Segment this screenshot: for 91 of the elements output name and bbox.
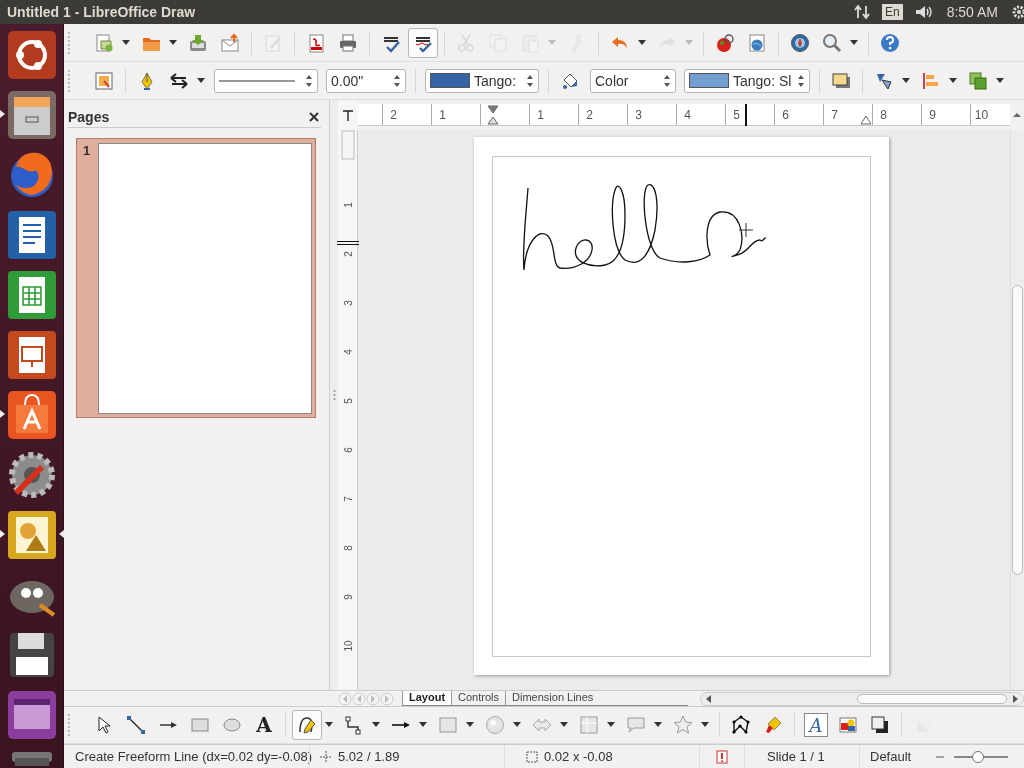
window-title: Untitled 1 - LibreOffice Draw <box>7 4 196 20</box>
dropdown-caret-icon[interactable] <box>466 722 474 728</box>
dropdown-caret-icon[interactable] <box>419 722 427 728</box>
curve-pen-icon[interactable] <box>292 710 322 740</box>
document-icon[interactable] <box>5 208 58 261</box>
ruler-number: 4 <box>341 347 354 357</box>
margin-marker-icon[interactable] <box>860 115 872 125</box>
page-thumbnail[interactable]: 1 <box>76 138 316 418</box>
document-modified-icon[interactable] <box>716 749 728 764</box>
ruler-number: 1 <box>341 200 354 210</box>
dropdown-caret-icon[interactable] <box>902 77 910 84</box>
dropdown-caret-icon[interactable] <box>169 39 177 46</box>
keyboard-layout-indicator[interactable]: En <box>881 4 903 20</box>
volume-icon[interactable] <box>914 4 935 20</box>
ruler-number: 7 <box>341 494 354 504</box>
ruler-number: 6 <box>341 445 354 455</box>
shapes-icon[interactable] <box>5 508 58 561</box>
slide-counter: Slide 1 / 1 <box>767 749 825 764</box>
auto-spellcheck-icon[interactable] <box>408 27 438 58</box>
fontwork-button[interactable]: A <box>804 713 828 737</box>
crosshair-cursor-icon <box>739 223 753 237</box>
ruler-number: 1 <box>536 107 545 122</box>
ruler-number: 3 <box>341 298 354 308</box>
dropdown-caret-icon[interactable] <box>197 77 205 84</box>
page-number: 1 <box>83 143 91 160</box>
scrollbar-thumb[interactable] <box>1012 285 1023 575</box>
dropdown-caret-icon[interactable] <box>372 722 380 728</box>
ruler-number: 10 <box>341 639 354 652</box>
spin-arrows-icon[interactable] <box>526 73 534 88</box>
indent-marker-icon[interactable] <box>487 105 499 125</box>
ruler-number: 8 <box>341 543 354 553</box>
file-cabinet-icon[interactable] <box>5 88 58 141</box>
gear-icon[interactable] <box>1010 4 1024 20</box>
size-icon <box>526 750 538 763</box>
scroll-up-icon[interactable] <box>1013 112 1021 118</box>
ruler-number: 2 <box>389 107 398 122</box>
vertical-scrollbar[interactable] <box>1010 130 1024 690</box>
splitter-grip-icon[interactable] <box>332 389 336 401</box>
cursor-position-marker <box>745 104 747 126</box>
dropdown-caret-icon[interactable] <box>638 39 646 46</box>
dropdown-caret-icon[interactable] <box>122 39 130 46</box>
zoom-slider-thumb[interactable] <box>971 750 984 763</box>
text-tool-button[interactable]: A <box>249 710 279 740</box>
dropdown-caret-icon[interactable] <box>654 722 662 728</box>
ruler-number: 8 <box>879 107 888 122</box>
dropdown-caret-icon[interactable] <box>996 77 1004 84</box>
ruler-number: 6 <box>781 107 790 122</box>
window-icon[interactable] <box>5 688 58 741</box>
layer-tab[interactable]: Dimension Lines <box>505 691 600 705</box>
scrollbar-thumb[interactable] <box>857 693 1007 704</box>
network-arrows-icon[interactable] <box>853 4 870 20</box>
ruler-number: 1 <box>438 107 447 122</box>
spin-arrows-icon[interactable] <box>305 73 313 88</box>
ruler-number: 4 <box>683 107 692 122</box>
position-icon <box>320 750 332 763</box>
ruler-number: 2 <box>585 107 594 122</box>
clock[interactable]: 8:50 AM <box>946 4 998 20</box>
close-icon[interactable] <box>309 111 319 122</box>
layer-tab[interactable]: Controls <box>451 691 506 705</box>
size-readout: 0.02 x -0.08 <box>544 749 613 764</box>
ruler-number: 10 <box>973 107 990 122</box>
spin-arrows-icon[interactable] <box>797 73 805 88</box>
spreadsheet-icon[interactable] <box>5 268 58 321</box>
panel-title: Pages <box>68 108 110 125</box>
dropdown-caret-icon[interactable] <box>513 722 521 728</box>
scroll-right-icon[interactable] <box>1011 694 1019 703</box>
spin-arrows-icon[interactable] <box>393 73 401 88</box>
ruler-number: 9 <box>341 592 354 602</box>
scroll-left-icon[interactable] <box>705 694 713 703</box>
dropdown-caret-icon[interactable] <box>949 77 957 84</box>
line-sample-icon <box>219 78 295 83</box>
dropdown-caret-icon[interactable] <box>325 722 333 728</box>
ruler-number: 3 <box>634 107 643 122</box>
ruler-number: 9 <box>928 107 937 122</box>
dropdown-caret-icon[interactable] <box>560 722 568 728</box>
spin-arrows-icon[interactable] <box>663 73 671 88</box>
dropdown-caret-icon[interactable] <box>607 722 615 728</box>
ruler-number: 7 <box>830 107 839 122</box>
ruler-number: 2 <box>341 249 354 259</box>
position-readout: 5.02 / 1.89 <box>338 749 400 764</box>
shopping-bag-icon[interactable] <box>5 388 58 441</box>
tab-stop-icon[interactable] <box>341 108 355 122</box>
presentation-icon[interactable] <box>5 328 58 381</box>
page-style-name: Default <box>870 749 912 764</box>
ruler-number: 5 <box>341 396 354 406</box>
circle-logo-icon[interactable] <box>5 28 58 81</box>
ruler-number: 5 <box>732 107 741 122</box>
dropdown-caret-icon[interactable] <box>701 722 709 728</box>
horizontal-scrollbar[interactable] <box>700 691 1024 706</box>
dropdown-caret-icon[interactable] <box>850 39 858 46</box>
layer-tab[interactable]: Layout <box>402 691 452 705</box>
